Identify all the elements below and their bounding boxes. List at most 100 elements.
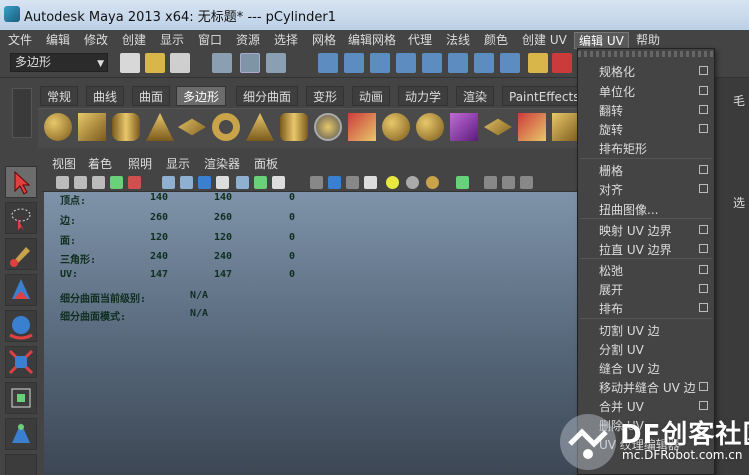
option-box-icon[interactable] <box>699 284 708 293</box>
tab-rendering[interactable]: 渲染 <box>456 86 495 106</box>
menu-item-layout[interactable]: 排布 <box>578 298 714 318</box>
option-box-icon[interactable] <box>699 303 708 312</box>
textured-icon[interactable] <box>236 176 249 189</box>
open-scene-icon[interactable] <box>145 53 165 73</box>
menu-color[interactable]: 颜色 <box>480 32 512 49</box>
poly-cone-icon[interactable] <box>146 113 174 141</box>
menu-item-split-uvs[interactable]: 分割 UV <box>578 339 714 359</box>
default-material-icon[interactable] <box>198 176 211 189</box>
shade-selected-icon[interactable] <box>216 176 229 189</box>
separate-icon[interactable] <box>382 113 410 141</box>
poly-cube-icon[interactable] <box>78 113 106 141</box>
use-lights-icon[interactable] <box>254 176 267 189</box>
gate-mask-icon[interactable] <box>456 176 469 189</box>
menu-assets[interactable]: 资源 <box>232 32 264 49</box>
poly-pyramid-icon[interactable] <box>246 113 274 141</box>
share-icon[interactable] <box>520 176 533 189</box>
isolate-icon[interactable] <box>310 176 323 189</box>
camera-select-icon[interactable] <box>74 176 87 189</box>
ambient-occlusion-icon[interactable] <box>406 176 419 189</box>
menu-item-cut-uv-edges[interactable]: 切割 UV 边 <box>578 320 714 340</box>
menu-edit-uv[interactable]: 编辑 UV <box>574 32 629 49</box>
menu-item-merge-uvs[interactable]: 合并 UV <box>578 396 714 416</box>
tab-general[interactable]: 常规 <box>40 86 79 106</box>
option-box-icon[interactable] <box>699 124 708 133</box>
tab-painteffects[interactable]: PaintEffects <box>502 86 587 106</box>
menu-item-map-uv-border[interactable]: 映射 UV 边界 <box>578 220 714 240</box>
snap-point-icon[interactable] <box>370 53 390 73</box>
tear-off-handle[interactable] <box>578 51 714 57</box>
panel-menu-panels[interactable]: 面板 <box>254 155 278 172</box>
combine-icon[interactable] <box>348 113 376 141</box>
poly-sphere-icon[interactable] <box>44 113 72 141</box>
menu-normals[interactable]: 法线 <box>442 32 474 49</box>
tab-animation[interactable]: 动画 <box>352 86 391 106</box>
move-tool-icon[interactable] <box>5 274 37 306</box>
menu-edit-mesh[interactable]: 编辑网格 <box>344 32 400 49</box>
menu-display[interactable]: 显示 <box>156 32 188 49</box>
rotate-tool-icon[interactable] <box>5 310 37 342</box>
panel-menu-view[interactable]: 视图 <box>52 155 76 172</box>
select-tool-icon[interactable] <box>5 166 37 198</box>
scale-tool-icon[interactable] <box>5 346 37 378</box>
snap-plane-icon[interactable] <box>396 53 416 73</box>
menu-select[interactable]: 选择 <box>270 32 302 49</box>
last-tool-icon[interactable] <box>5 454 37 475</box>
option-box-icon[interactable] <box>699 401 708 410</box>
menu-item-rotate[interactable]: 旋转 <box>578 119 714 139</box>
option-box-icon[interactable] <box>699 66 708 75</box>
poly-plane-icon[interactable] <box>178 118 206 136</box>
menu-item-straighten-uv-border[interactable]: 拉直 UV 边界 <box>578 239 714 259</box>
option-box-icon[interactable] <box>699 86 708 95</box>
select-object-icon[interactable] <box>240 53 260 73</box>
save-scene-icon[interactable] <box>170 53 190 73</box>
option-box-icon[interactable] <box>699 165 708 174</box>
xray-icon[interactable] <box>328 176 341 189</box>
menu-set-selector[interactable]: 多边形 ▼ <box>10 53 108 72</box>
help-icon[interactable] <box>500 53 520 73</box>
option-box-icon[interactable] <box>699 184 708 193</box>
menu-item-unitize[interactable]: 单位化 <box>578 81 714 101</box>
poly-cylinder-icon[interactable] <box>112 113 140 141</box>
menu-item-flip[interactable]: 翻转 <box>578 100 714 120</box>
menu-item-sew-uv-edges[interactable]: 缝合 UV 边 <box>578 358 714 378</box>
menu-create[interactable]: 创建 <box>118 32 150 49</box>
tab-deformation[interactable]: 变形 <box>306 86 345 106</box>
boolean-icon[interactable] <box>416 113 444 141</box>
bridge-icon[interactable] <box>518 113 546 141</box>
lasso-tool-icon[interactable] <box>5 202 37 234</box>
grid-icon[interactable] <box>502 176 515 189</box>
smooth-icon[interactable] <box>450 113 478 141</box>
motion-blur-icon[interactable] <box>426 176 439 189</box>
poly-pipe-icon[interactable] <box>280 113 308 141</box>
select-component-icon[interactable] <box>266 53 286 73</box>
snap-surface-icon[interactable] <box>422 53 442 73</box>
snap-grid-icon[interactable] <box>318 53 338 73</box>
option-box-icon[interactable] <box>699 265 708 274</box>
menu-item-move-and-sew-uv-edges[interactable]: 移动并缝合 UV 边 <box>578 377 714 397</box>
light-icon[interactable] <box>386 176 399 189</box>
tab-dynamics[interactable]: 动力学 <box>398 86 449 106</box>
render-icon[interactable] <box>552 53 572 73</box>
menu-item-layout-rectangle[interactable]: 排布矩形 <box>578 138 714 158</box>
panel-menu-lighting[interactable]: 照明 <box>128 155 152 172</box>
menu-item-align[interactable]: 对齐 <box>578 179 714 199</box>
menu-item-grid[interactable]: 栅格 <box>578 160 714 180</box>
menu-modify[interactable]: 修改 <box>80 32 112 49</box>
hud-icon[interactable] <box>484 176 497 189</box>
checker-icon[interactable] <box>364 176 377 189</box>
xray-joints-icon[interactable] <box>346 176 359 189</box>
shelf-menu-handle[interactable] <box>12 88 32 138</box>
image-plane-icon[interactable] <box>110 176 123 189</box>
film-gate-icon[interactable] <box>128 176 141 189</box>
new-scene-icon[interactable] <box>120 53 140 73</box>
menu-item-unfold[interactable]: 展开 <box>578 279 714 299</box>
panel-menu-shading[interactable]: 着色 <box>88 155 112 172</box>
poly-torus-icon[interactable] <box>212 113 240 141</box>
snap-curve-icon[interactable] <box>344 53 364 73</box>
panel-menu-show[interactable]: 显示 <box>166 155 190 172</box>
option-box-icon[interactable] <box>699 225 708 234</box>
menu-item-normalize[interactable]: 规格化 <box>578 61 714 81</box>
history-icon[interactable] <box>448 53 468 73</box>
menu-proxy[interactable]: 代理 <box>404 32 436 49</box>
